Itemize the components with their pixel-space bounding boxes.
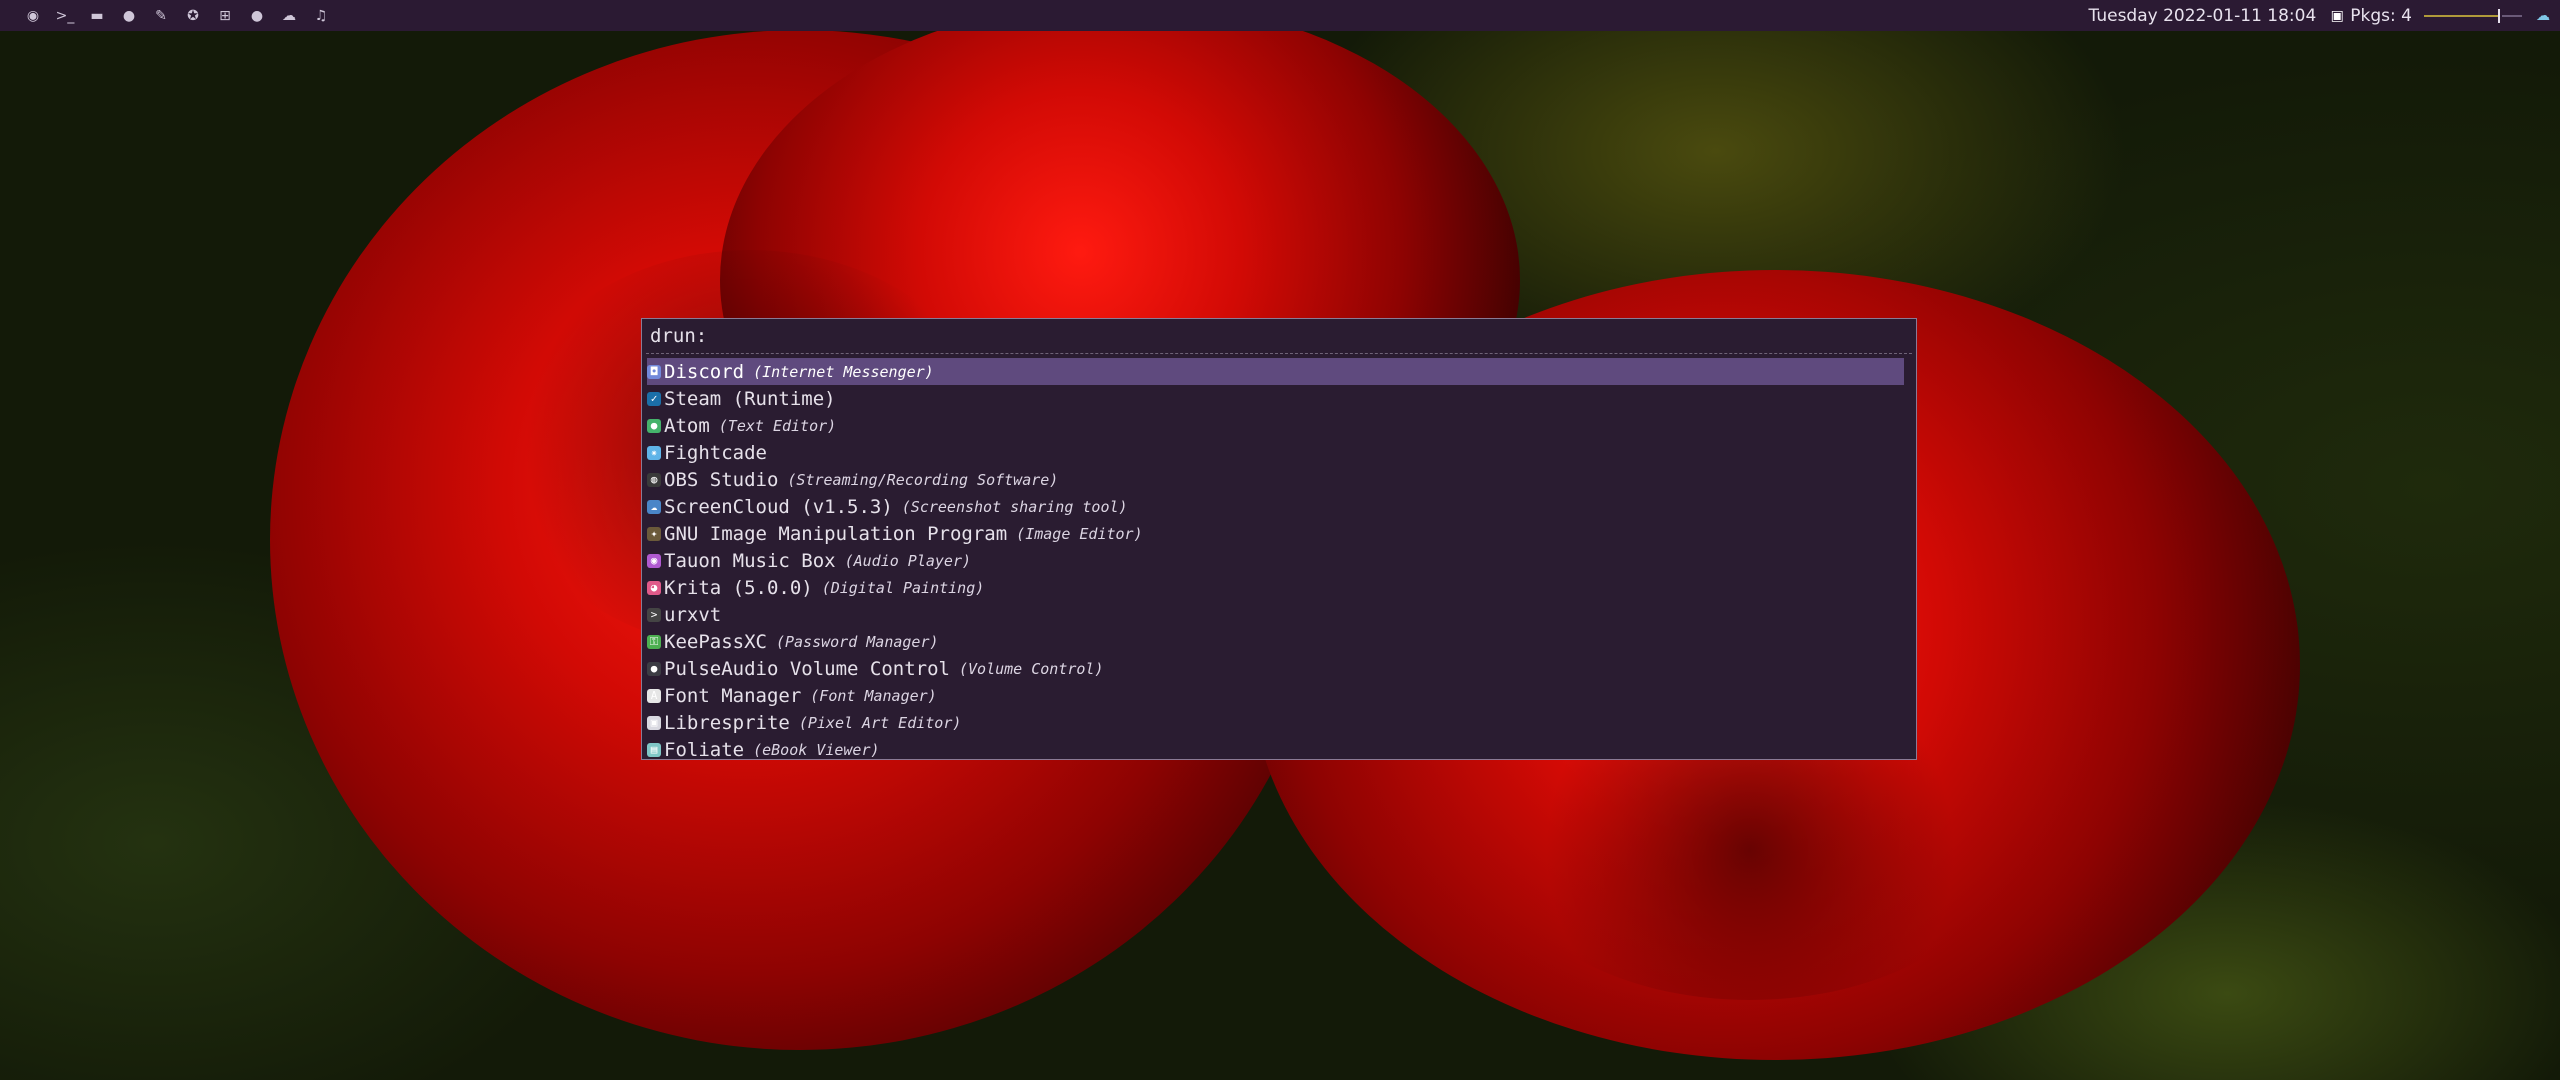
package-icon: ▣	[2330, 7, 2344, 24]
entry-name: OBS Studio	[664, 468, 779, 491]
krita-icon: ◕	[647, 580, 661, 595]
list-item[interactable]: ✷ Fightcade	[647, 439, 1904, 466]
entry-generic-name: (Digital Painting)	[821, 578, 985, 597]
entry-name: GNU Image Manipulation Program	[664, 522, 1008, 545]
list-item[interactable]: ● PulseAudio Volume Control (Volume Contro…	[647, 655, 1904, 682]
entry-name: Atom	[664, 414, 710, 437]
list-item[interactable]: ◉ Tauon Music Box (Audio Player)	[647, 547, 1904, 574]
entry-name: ScreenCloud (v1.5.3)	[664, 495, 893, 518]
terminal-icon: >	[647, 607, 661, 622]
entry-generic-name: (Internet Messenger)	[753, 362, 934, 381]
steam-icon: ✓	[647, 391, 661, 406]
entry-name: Steam (Runtime)	[664, 387, 836, 410]
list-item[interactable]: ◘ Discord (Internet Messenger)	[647, 358, 1904, 385]
prompt-label: drun:	[650, 325, 708, 347]
entry-list: ◘ Discord (Internet Messenger) ✓ Steam (Runt…	[642, 354, 1916, 763]
entry-generic-name: (Password Manager)	[775, 632, 939, 651]
list-item[interactable]: ▣ Libresprite (Pixel Art Editor)	[647, 709, 1904, 736]
volume-slider[interactable]	[2424, 7, 2522, 25]
soundcloud-icon[interactable]: ☁	[280, 7, 298, 25]
github-icon[interactable]: ●	[120, 7, 138, 25]
screencloud-icon: ☁	[647, 499, 661, 514]
atom-icon: ●	[647, 418, 661, 433]
launcher-icons: ◉ >_ ▬ ● ✎ ✪ ⊞ ● ☁ ♫	[0, 7, 330, 25]
launcher-window: drun: ◘ Discord (Internet Messenger) ✓ Steam…	[641, 318, 1917, 763]
status-area: Tuesday 2022-01-11 18:04 ▣ Pkgs: 4 ☁	[2089, 6, 2560, 26]
foliate-icon: ▤	[647, 742, 661, 757]
list-item[interactable]: ☁ ScreenCloud (v1.5.3) (Screenshot sharing…	[647, 493, 1904, 520]
terminal-icon[interactable]: >_	[56, 7, 75, 25]
list-item[interactable]: ● Atom (Text Editor)	[647, 412, 1904, 439]
list-item[interactable]: ✓ Steam (Runtime)	[647, 385, 1904, 412]
entry-generic-name: (Text Editor)	[718, 416, 837, 435]
pen-icon[interactable]: ✎	[152, 7, 170, 25]
volume-knob[interactable]	[2498, 8, 2500, 23]
entry-name: Libresprite	[664, 711, 790, 734]
obs-icon: ◍	[647, 472, 661, 487]
entry-name: urxvt	[664, 603, 722, 626]
entry-generic-name: (Pixel Art Editor)	[798, 713, 962, 732]
top-bar: ◉ >_ ▬ ● ✎ ✪ ⊞ ● ☁ ♫ Tuesday 2022-01-11 18:04 ▣ P…	[0, 0, 2560, 31]
gimp-icon: ✦	[647, 526, 661, 541]
entry-generic-name: (Volume Control)	[958, 659, 1104, 678]
entry-generic-name: (eBook Viewer)	[753, 740, 880, 759]
list-item[interactable]: ◍ OBS Studio (Streaming/Recording Software…	[647, 466, 1904, 493]
list-item[interactable]: ◕ Krita (5.0.0) (Digital Painting)	[647, 574, 1904, 601]
entry-generic-name: (Streaming/Recording Software)	[787, 470, 1059, 489]
entry-generic-name: (Font Manager)	[810, 686, 937, 705]
entry-name: PulseAudio Volume Control	[664, 657, 950, 680]
list-item[interactable]: > urxvt	[647, 601, 1904, 628]
volume-track-rest	[2502, 14, 2522, 17]
entry-name: Font Manager	[664, 684, 802, 707]
font-manager-icon: A	[647, 688, 661, 703]
music-icon[interactable]: ♫	[312, 7, 330, 25]
keepassxc-icon: ⚿	[647, 634, 661, 649]
entry-name: Discord	[664, 360, 745, 383]
pkgs-count: Pkgs: 4	[2350, 5, 2412, 26]
steam-icon[interactable]: ✪	[184, 7, 202, 25]
list-item[interactable]: ▤ Foliate (eBook Viewer)	[647, 736, 1904, 763]
entry-name: KeePassXC	[664, 630, 767, 653]
gamepad-icon[interactable]: ⊞	[216, 7, 234, 25]
entry-name: Krita (5.0.0)	[664, 576, 813, 599]
fightcade-icon: ✷	[647, 445, 661, 460]
network-icon[interactable]: ☁	[2534, 7, 2552, 25]
datetime: Tuesday 2022-01-11 18:04	[2088, 5, 2317, 26]
chat-icon[interactable]: ●	[248, 7, 266, 25]
folder-icon[interactable]: ▬	[88, 7, 106, 25]
list-item[interactable]: ⚿ KeePassXC (Password Manager)	[647, 628, 1904, 655]
entry-generic-name: (Audio Player)	[844, 551, 972, 570]
prompt-input[interactable]: drun:	[646, 319, 1912, 354]
pulseaudio-icon: ●	[647, 661, 661, 676]
entry-name: Foliate	[664, 738, 745, 761]
entry-name: Fightcade	[664, 441, 767, 464]
tauon-icon: ◉	[647, 553, 661, 568]
entry-generic-name: (Screenshot sharing tool)	[901, 497, 1128, 516]
list-item[interactable]: ✦ GNU Image Manipulation Program (Image Ed…	[647, 520, 1904, 547]
discord-icon: ◘	[647, 364, 661, 379]
arch-logo-icon[interactable]: ◉	[24, 7, 42, 25]
entry-name: Tauon Music Box	[664, 549, 836, 572]
volume-track	[2424, 14, 2498, 17]
entry-generic-name: (Image Editor)	[1016, 524, 1143, 543]
libresprite-icon: ▣	[647, 715, 661, 730]
list-item[interactable]: A Font Manager (Font Manager)	[647, 682, 1904, 709]
